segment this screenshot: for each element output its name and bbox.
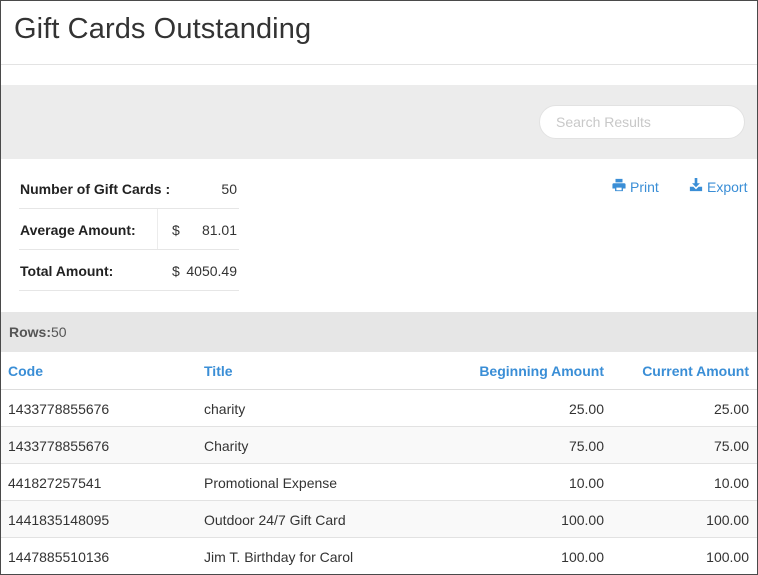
table-row[interactable]: 1447885510136 Jim T. Birthday for Carol …	[1, 538, 757, 574]
cell-code: 1447885510136	[8, 549, 110, 565]
average-currency: $	[172, 222, 180, 238]
cell-current-amount: 100.00	[706, 512, 749, 528]
summary-divider	[157, 209, 158, 249]
cell-code: 1441835148095	[8, 512, 110, 528]
cell-code: 1433778855676	[8, 438, 110, 454]
summary-row-count: Number of Gift Cards : 50	[19, 168, 239, 209]
cell-current-amount: 25.00	[713, 401, 749, 417]
search-bar	[1, 85, 757, 159]
rows-count: 50	[51, 324, 67, 340]
cell-title: Charity	[204, 438, 249, 454]
total-label: Total Amount:	[20, 263, 114, 279]
summary-row-total: Total Amount: $ 4050.49	[19, 250, 239, 291]
column-header-current-amount[interactable]: Current Amount	[642, 363, 749, 379]
count-value: 50	[221, 181, 237, 197]
table-row[interactable]: 1441835148095 Outdoor 24/7 Gift Card 100…	[1, 501, 757, 538]
cell-current-amount: 100.00	[706, 549, 749, 565]
cell-current-amount: 75.00	[713, 438, 749, 454]
column-header-beginning-amount[interactable]: Beginning Amount	[479, 363, 604, 379]
table-header: Code Title Beginning Amount Current Amou…	[1, 352, 757, 390]
table-body: 1433778855676 charity 25.00 25.00 143377…	[1, 390, 757, 574]
average-value: 81.01	[201, 222, 237, 238]
cell-code: 441827257541	[8, 475, 102, 491]
page-title: Gift Cards Outstanding	[14, 13, 312, 45]
cell-title: Promotional Expense	[204, 475, 338, 491]
print-label: Print	[630, 178, 659, 195]
search-input[interactable]	[539, 105, 745, 139]
print-icon	[612, 178, 626, 195]
average-label: Average Amount:	[20, 222, 136, 238]
cell-title: Outdoor 24/7 Gift Card	[204, 512, 346, 528]
download-icon	[689, 178, 703, 195]
rows-label: Rows:	[9, 324, 51, 340]
export-label: Export	[707, 178, 748, 195]
rows-count-bar: Rows: 50	[1, 312, 757, 352]
table-row[interactable]: 1433778855676 charity 25.00 25.00	[1, 390, 757, 427]
print-button[interactable]: Print	[612, 178, 659, 195]
title-divider	[1, 64, 757, 65]
cell-title: charity	[204, 401, 246, 417]
count-label: Number of Gift Cards :	[20, 181, 171, 197]
table-row[interactable]: 1433778855676 Charity 75.00 75.00	[1, 427, 757, 464]
cell-beginning-amount: 75.00	[568, 438, 604, 454]
cell-beginning-amount: 10.00	[568, 475, 604, 491]
total-currency: $	[172, 263, 180, 279]
column-header-title[interactable]: Title	[204, 363, 233, 379]
cell-beginning-amount: 100.00	[561, 512, 604, 528]
cell-title: Jim T. Birthday for Carol	[204, 549, 354, 565]
summary-row-average: Average Amount: $ 81.01	[19, 209, 239, 250]
total-value: 4050.49	[186, 263, 237, 279]
export-button[interactable]: Export	[689, 178, 747, 195]
cell-beginning-amount: 100.00	[561, 549, 604, 565]
summary-panel: Number of Gift Cards : 50 Average Amount…	[19, 168, 239, 291]
cell-code: 1433778855676	[8, 401, 110, 417]
table-row[interactable]: 441827257541 Promotional Expense 10.00 1…	[1, 464, 757, 501]
cell-beginning-amount: 25.00	[568, 401, 604, 417]
column-header-code[interactable]: Code	[8, 363, 43, 379]
gift-cards-table: Code Title Beginning Amount Current Amou…	[1, 352, 757, 574]
cell-current-amount: 10.00	[713, 475, 749, 491]
report-frame: Gift Cards Outstanding Number of Gift Ca…	[0, 0, 758, 575]
